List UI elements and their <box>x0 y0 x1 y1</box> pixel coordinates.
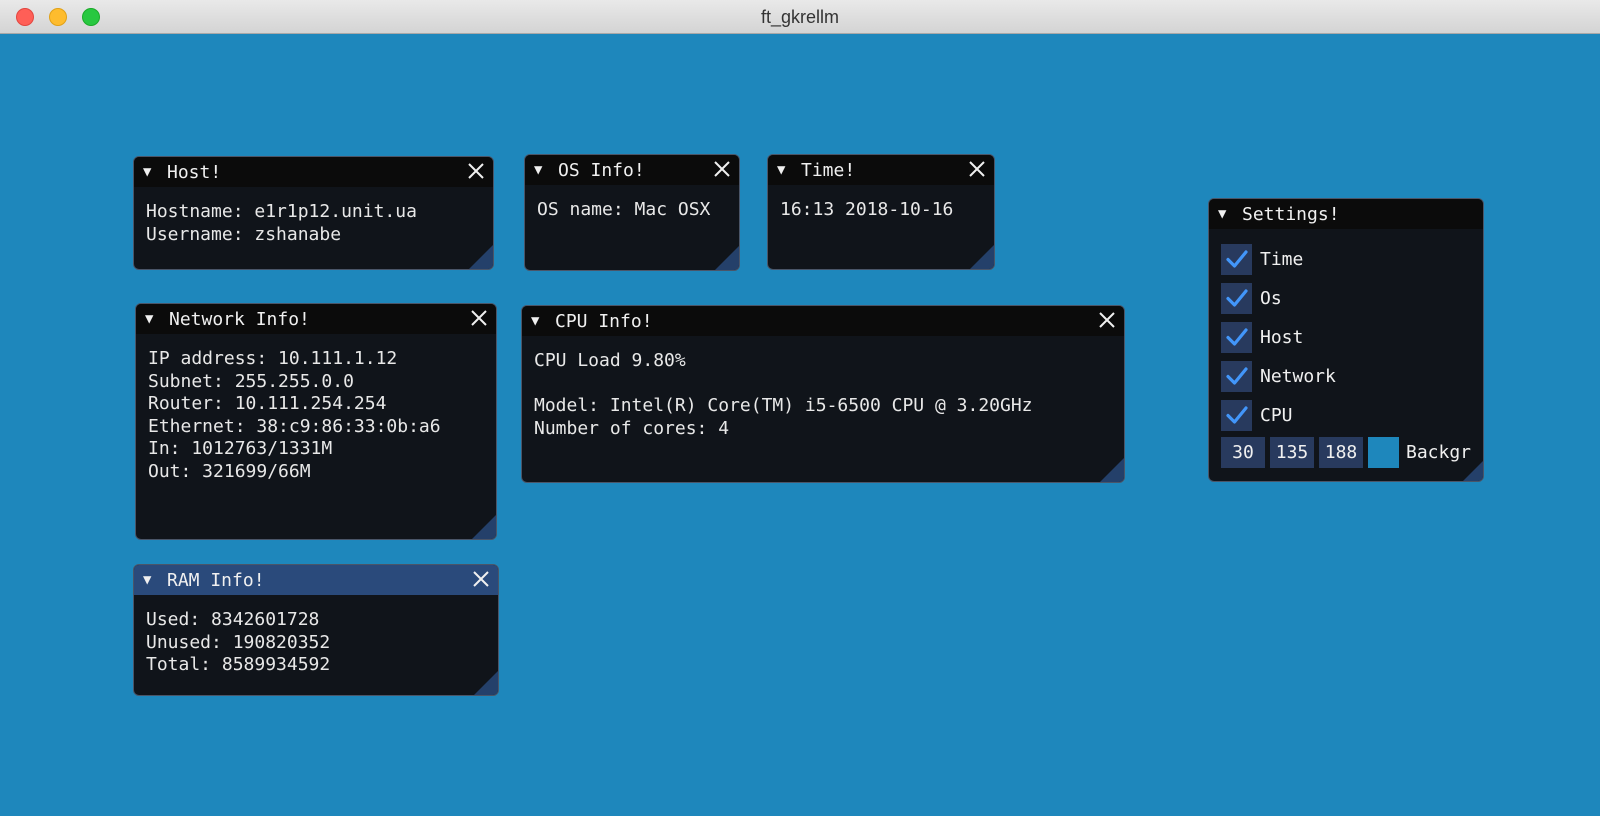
network-line: In: 1012763/1331M <box>148 438 333 459</box>
settings-panel[interactable]: ▼ Settings! Time Os Host Network CPU 30 135 … <box>1208 198 1484 482</box>
network-line: Out: 321699/66M <box>148 460 311 482</box>
close-icon[interactable] <box>968 160 986 178</box>
close-icon[interactable] <box>470 309 488 327</box>
network-panel-titlebar[interactable]: ▼ Network Info! <box>136 304 496 334</box>
collapse-triangle-icon[interactable]: ▼ <box>1218 207 1232 221</box>
color-r-input[interactable]: 30 <box>1221 437 1265 468</box>
background-color-editor: 30 135 188 Backgr <box>1221 437 1483 468</box>
time-panel-title: Time! <box>801 159 856 181</box>
checkmark-icon <box>1225 367 1248 385</box>
cpu-load: CPU Load 9.80% <box>534 350 686 371</box>
resize-grip[interactable] <box>469 245 493 269</box>
checkbox[interactable] <box>1221 243 1252 275</box>
resize-grip[interactable] <box>715 246 739 270</box>
time-panel[interactable]: ▼ Time! 16:13 2018-10-16 <box>767 154 995 270</box>
color-swatch[interactable] <box>1368 437 1399 468</box>
settings-checkbox-row[interactable]: Network <box>1221 359 1483 393</box>
ram-panel-titlebar[interactable]: ▼ RAM Info! <box>134 565 498 595</box>
settings-checkbox-row[interactable]: Time <box>1221 242 1483 276</box>
ram-panel-title: RAM Info! <box>167 569 265 591</box>
resize-grip[interactable] <box>472 515 496 539</box>
close-icon[interactable] <box>713 160 731 178</box>
window-titlebar[interactable]: ft_gkrellm <box>0 0 1600 34</box>
collapse-triangle-icon[interactable]: ▼ <box>531 314 545 328</box>
collapse-triangle-icon[interactable]: ▼ <box>777 163 791 177</box>
settings-checkbox-row[interactable]: CPU <box>1221 398 1483 432</box>
settings-panel-title: Settings! <box>1242 203 1340 225</box>
ram-line: Unused: 190820352 <box>146 631 331 653</box>
window-title: ft_gkrellm <box>760 7 840 27</box>
checkmark-icon <box>1225 289 1248 307</box>
host-line: Username: zshanabe <box>146 223 342 245</box>
settings-panel-body: Time Os Host Network CPU 30 135 188 Backgr <box>1209 229 1483 468</box>
cpu-panel-body: CPU Load 9.80% Model: Intel(R) Core(TM) i… <box>522 336 1124 440</box>
checkbox[interactable] <box>1221 321 1252 353</box>
host-panel-titlebar[interactable]: ▼ Host! <box>134 157 493 187</box>
network-line: Ethernet: 38:c9:86:33:0b:a6 <box>148 415 441 437</box>
network-panel-title: Network Info! <box>169 308 310 330</box>
resize-grip[interactable] <box>474 671 498 695</box>
checkmark-icon <box>1225 328 1248 346</box>
network-line: IP address: 10.111.1.12 <box>148 348 398 369</box>
collapse-triangle-icon[interactable]: ▼ <box>534 163 548 177</box>
checkbox-label: Os <box>1260 287 1282 309</box>
collapse-triangle-icon[interactable]: ▼ <box>145 312 159 326</box>
desktop-canvas: ▼ Host! Hostname: e1r1p12.unit.ua Usernam… <box>0 34 1600 816</box>
network-line: Subnet: 255.255.0.0 <box>148 370 354 392</box>
settings-panel-titlebar[interactable]: ▼ Settings! <box>1209 199 1483 229</box>
close-icon[interactable] <box>472 570 490 588</box>
time-panel-body: 16:13 2018-10-16 <box>768 185 994 222</box>
host-panel[interactable]: ▼ Host! Hostname: e1r1p12.unit.ua Usernam… <box>133 156 494 270</box>
checkbox-label: Host <box>1260 326 1304 348</box>
os-panel-titlebar[interactable]: ▼ OS Info! <box>525 155 739 185</box>
settings-checkbox-row[interactable]: Os <box>1221 281 1483 315</box>
settings-checkbox-row[interactable]: Host <box>1221 320 1483 354</box>
host-panel-body: Hostname: e1r1p12.unit.ua Username: zshan… <box>134 187 493 246</box>
checkbox[interactable] <box>1221 399 1252 431</box>
checkbox-label: Network <box>1260 365 1336 387</box>
checkbox[interactable] <box>1221 282 1252 314</box>
network-line: Router: 10.111.254.254 <box>148 393 387 414</box>
host-line: Hostname: e1r1p12.unit.ua <box>146 201 417 222</box>
color-b-input[interactable]: 188 <box>1319 437 1363 468</box>
cpu-panel[interactable]: ▼ CPU Info! CPU Load 9.80% Model: Intel(R… <box>521 305 1125 483</box>
checkbox-label: Time <box>1260 248 1304 270</box>
resize-grip[interactable] <box>970 245 994 269</box>
ram-line: Used: 8342601728 <box>146 609 320 630</box>
os-panel-body: OS name: Mac OSX <box>525 185 739 222</box>
time-value: 16:13 2018-10-16 <box>780 199 954 220</box>
resize-grip[interactable] <box>1100 458 1124 482</box>
resize-grip[interactable] <box>1463 461 1483 481</box>
checkbox-label: CPU <box>1260 404 1293 426</box>
settings-checkbox-list: Time Os Host Network CPU <box>1221 242 1483 432</box>
os-panel-title: OS Info! <box>558 159 645 181</box>
ram-panel[interactable]: ▼ RAM Info! Used: 8342601728 Unused: 1908… <box>133 564 499 696</box>
color-label: Backgr <box>1406 442 1472 463</box>
host-panel-title: Host! <box>167 161 222 183</box>
cpu-panel-titlebar[interactable]: ▼ CPU Info! <box>522 306 1124 336</box>
cpu-panel-title: CPU Info! <box>555 310 653 332</box>
app-window: ft_gkrellm ▼ Host! Hostname: e1r1p12.uni… <box>0 0 1600 816</box>
os-panel[interactable]: ▼ OS Info! OS name: Mac OSX <box>524 154 740 271</box>
network-panel[interactable]: ▼ Network Info! IP address: 10.111.1.12 S… <box>135 303 497 540</box>
checkbox[interactable] <box>1221 360 1252 392</box>
collapse-triangle-icon[interactable]: ▼ <box>143 165 157 179</box>
color-g-input[interactable]: 135 <box>1270 437 1314 468</box>
close-icon[interactable] <box>1098 311 1116 329</box>
ram-line: Total: 8589934592 <box>146 654 331 675</box>
cpu-model: Model: Intel(R) Core(TM) i5-6500 CPU @ 3… <box>534 395 1033 416</box>
time-panel-titlebar[interactable]: ▼ Time! <box>768 155 994 185</box>
network-panel-body: IP address: 10.111.1.12 Subnet: 255.255.0… <box>136 334 496 483</box>
collapse-triangle-icon[interactable]: ▼ <box>143 573 157 587</box>
cpu-spacer <box>534 373 1112 396</box>
os-line: OS name: Mac OSX <box>537 199 711 220</box>
ram-panel-body: Used: 8342601728 Unused: 190820352 Total: … <box>134 595 498 677</box>
checkmark-icon <box>1225 250 1248 268</box>
checkmark-icon <box>1225 406 1248 424</box>
close-icon[interactable] <box>467 162 485 180</box>
cpu-cores: Number of cores: 4 <box>534 417 730 439</box>
